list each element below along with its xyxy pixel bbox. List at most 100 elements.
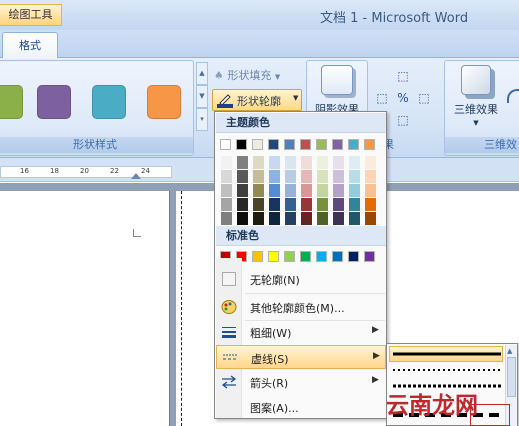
weight-item[interactable]: 粗细(W) ▶ — [216, 320, 386, 344]
style-gallery-scroll[interactable]: ▲ ▼ ▾ — [196, 62, 208, 132]
shape-outline-button[interactable]: 形状轮廓 ▼ — [212, 89, 302, 111]
theme-shade-swatch[interactable] — [253, 170, 264, 183]
theme-color-swatch[interactable] — [316, 139, 327, 150]
shape-style-swatch-aqua[interactable] — [92, 85, 126, 119]
nudge-right-icon[interactable]: ⬚ — [416, 90, 432, 106]
theme-shade-swatch[interactable] — [365, 170, 376, 183]
standard-color-swatch[interactable] — [316, 251, 327, 262]
toggle-shadow-icon[interactable]: % — [395, 90, 411, 106]
theme-shade-swatch[interactable] — [301, 184, 312, 197]
theme-shade-swatch[interactable] — [237, 184, 248, 197]
theme-shade-swatch[interactable] — [285, 198, 296, 211]
standard-color-swatch[interactable] — [348, 251, 359, 262]
theme-color-swatch[interactable] — [268, 139, 279, 150]
theme-shade-swatch[interactable] — [269, 184, 280, 197]
arrows-item[interactable]: 箭头(R) ▶ — [216, 370, 386, 394]
theme-shade-swatch[interactable] — [349, 198, 360, 211]
theme-shade-swatch[interactable] — [269, 170, 280, 183]
nudge-left-icon[interactable]: ⬚ — [374, 90, 390, 106]
scroll-thumb[interactable] — [507, 357, 516, 397]
theme-shade-swatch[interactable] — [237, 198, 248, 211]
theme-shade-swatch[interactable] — [237, 170, 248, 183]
text-box-dashed-border[interactable] — [181, 191, 182, 426]
theme-shade-swatch[interactable] — [349, 156, 360, 169]
theme-shade-swatch[interactable] — [285, 156, 296, 169]
theme-shade-swatch[interactable] — [333, 198, 344, 211]
shape-style-swatch-orange[interactable] — [147, 85, 181, 119]
theme-shade-swatch[interactable] — [317, 198, 328, 211]
theme-shade-swatch[interactable] — [301, 212, 312, 225]
no-outline-item[interactable]: 无轮廓(N) — [216, 267, 386, 291]
indent-marker[interactable] — [131, 173, 141, 179]
standard-color-swatch[interactable] — [284, 251, 295, 262]
theme-shade-swatch[interactable] — [365, 198, 376, 211]
theme-shade-swatch[interactable] — [333, 156, 344, 169]
theme-shade-swatch[interactable] — [269, 198, 280, 211]
theme-shade-swatch[interactable] — [333, 184, 344, 197]
theme-shade-swatch[interactable] — [317, 156, 328, 169]
theme-color-swatch[interactable] — [284, 139, 295, 150]
theme-shade-swatch[interactable] — [269, 156, 280, 169]
theme-shade-swatch[interactable] — [221, 198, 232, 211]
theme-shade-swatch[interactable] — [253, 184, 264, 197]
standard-color-swatch[interactable] — [252, 251, 263, 262]
theme-shade-swatch[interactable] — [221, 156, 232, 169]
theme-shade-swatch[interactable] — [317, 212, 328, 225]
theme-shade-swatch[interactable] — [333, 212, 344, 225]
theme-shade-swatch[interactable] — [221, 184, 232, 197]
three-d-effect-label[interactable]: 三维效果 — [437, 101, 515, 117]
gallery-more-icon[interactable]: ▾ — [196, 108, 208, 131]
theme-shade-swatch[interactable] — [333, 170, 344, 183]
theme-shade-swatch[interactable] — [237, 212, 248, 225]
round-dot-line-icon[interactable] — [393, 368, 501, 372]
chevron-down-icon[interactable]: ▼ — [437, 119, 515, 127]
theme-shade-swatch[interactable] — [253, 198, 264, 211]
nudge-up-icon[interactable]: ⬚ — [395, 68, 411, 84]
theme-shade-swatch[interactable] — [221, 170, 232, 183]
standard-color-swatch[interactable] — [364, 251, 375, 262]
theme-color-swatch[interactable] — [364, 139, 375, 150]
theme-shade-swatch[interactable] — [301, 198, 312, 211]
scroll-up-icon[interactable]: ▲ — [507, 347, 512, 355]
theme-shade-swatch[interactable] — [269, 212, 280, 225]
theme-shade-swatch[interactable] — [365, 212, 376, 225]
standard-color-swatch[interactable] — [300, 251, 311, 262]
gallery-down-icon[interactable]: ▼ — [196, 85, 208, 108]
theme-shade-swatch[interactable] — [301, 170, 312, 183]
gallery-up-icon[interactable]: ▲ — [196, 62, 208, 85]
theme-shade-swatch[interactable] — [285, 212, 296, 225]
theme-shade-swatch[interactable] — [349, 212, 360, 225]
document-page[interactable] — [0, 191, 170, 426]
dashes-item[interactable]: 虚线(S) ▶ — [216, 345, 386, 369]
theme-shade-swatch[interactable] — [301, 156, 312, 169]
theme-shade-swatch[interactable] — [285, 184, 296, 197]
theme-color-swatch[interactable] — [236, 139, 247, 150]
theme-shade-swatch[interactable] — [253, 212, 264, 225]
theme-shade-swatch[interactable] — [237, 156, 248, 169]
theme-color-swatch[interactable] — [300, 139, 311, 150]
theme-shade-swatch[interactable] — [221, 212, 232, 225]
standard-color-swatch[interactable] — [332, 251, 343, 262]
theme-color-swatch[interactable] — [348, 139, 359, 150]
shape-style-swatch-green[interactable] — [0, 85, 23, 119]
theme-color-swatch[interactable] — [332, 139, 343, 150]
theme-shade-swatch[interactable] — [349, 170, 360, 183]
theme-shade-swatch[interactable] — [317, 184, 328, 197]
nudge-down-icon[interactable]: ⬚ — [395, 112, 411, 128]
tab-format[interactable]: 格式 — [2, 32, 58, 59]
theme-color-swatch[interactable] — [220, 139, 231, 150]
theme-shade-swatch[interactable] — [365, 184, 376, 197]
pattern-item[interactable]: 图案(A)... — [216, 395, 386, 419]
shape-style-swatch-purple[interactable] — [37, 85, 71, 119]
shadow-effect-icon[interactable] — [321, 65, 353, 95]
theme-shade-swatch[interactable] — [285, 170, 296, 183]
more-outline-colors-item[interactable]: 其他轮廓颜色(M)... — [216, 295, 386, 319]
theme-shade-swatch[interactable] — [317, 170, 328, 183]
three-d-effect-icon[interactable] — [461, 65, 491, 95]
theme-shade-swatch[interactable] — [253, 156, 264, 169]
shape-fill-button[interactable]: ♠ 形状填充 ▼ — [214, 66, 280, 86]
theme-color-swatch[interactable] — [252, 139, 263, 150]
theme-shade-swatch[interactable] — [349, 184, 360, 197]
standard-color-swatch[interactable] — [268, 251, 279, 262]
theme-shade-swatch[interactable] — [365, 156, 376, 169]
